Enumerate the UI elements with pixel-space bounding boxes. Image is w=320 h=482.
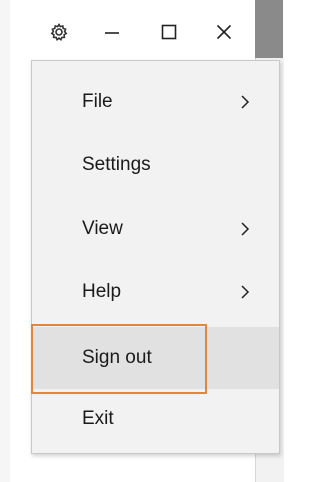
menu-item-label: File xyxy=(82,91,113,112)
title-bar xyxy=(30,12,255,52)
menu-item-label: Exit xyxy=(82,408,114,429)
gear-icon[interactable] xyxy=(47,20,71,44)
chevron-right-icon xyxy=(241,285,250,299)
minimize-icon[interactable] xyxy=(100,20,124,44)
close-icon[interactable] xyxy=(212,20,236,44)
app-window: File Settings View Help Sign out Exit xyxy=(0,0,284,482)
menu-item-file[interactable]: File xyxy=(32,74,279,130)
menu-item-sign-out[interactable]: Sign out xyxy=(32,327,279,389)
window-left-edge xyxy=(0,0,10,482)
menu-item-exit[interactable]: Exit xyxy=(32,391,279,447)
menu-item-label: Sign out xyxy=(82,347,152,368)
menu-item-help[interactable]: Help xyxy=(32,264,279,320)
chevron-right-icon xyxy=(241,222,250,236)
maximize-icon[interactable] xyxy=(157,20,181,44)
chevron-right-icon xyxy=(241,95,250,109)
menu-item-label: View xyxy=(82,218,123,239)
menu-item-label: Help xyxy=(82,281,122,302)
menu-item-label: Settings xyxy=(82,154,151,175)
menu-item-settings[interactable]: Settings xyxy=(32,137,279,193)
context-menu: File Settings View Help Sign out Exit xyxy=(31,60,280,454)
menu-item-view[interactable]: View xyxy=(32,201,279,257)
